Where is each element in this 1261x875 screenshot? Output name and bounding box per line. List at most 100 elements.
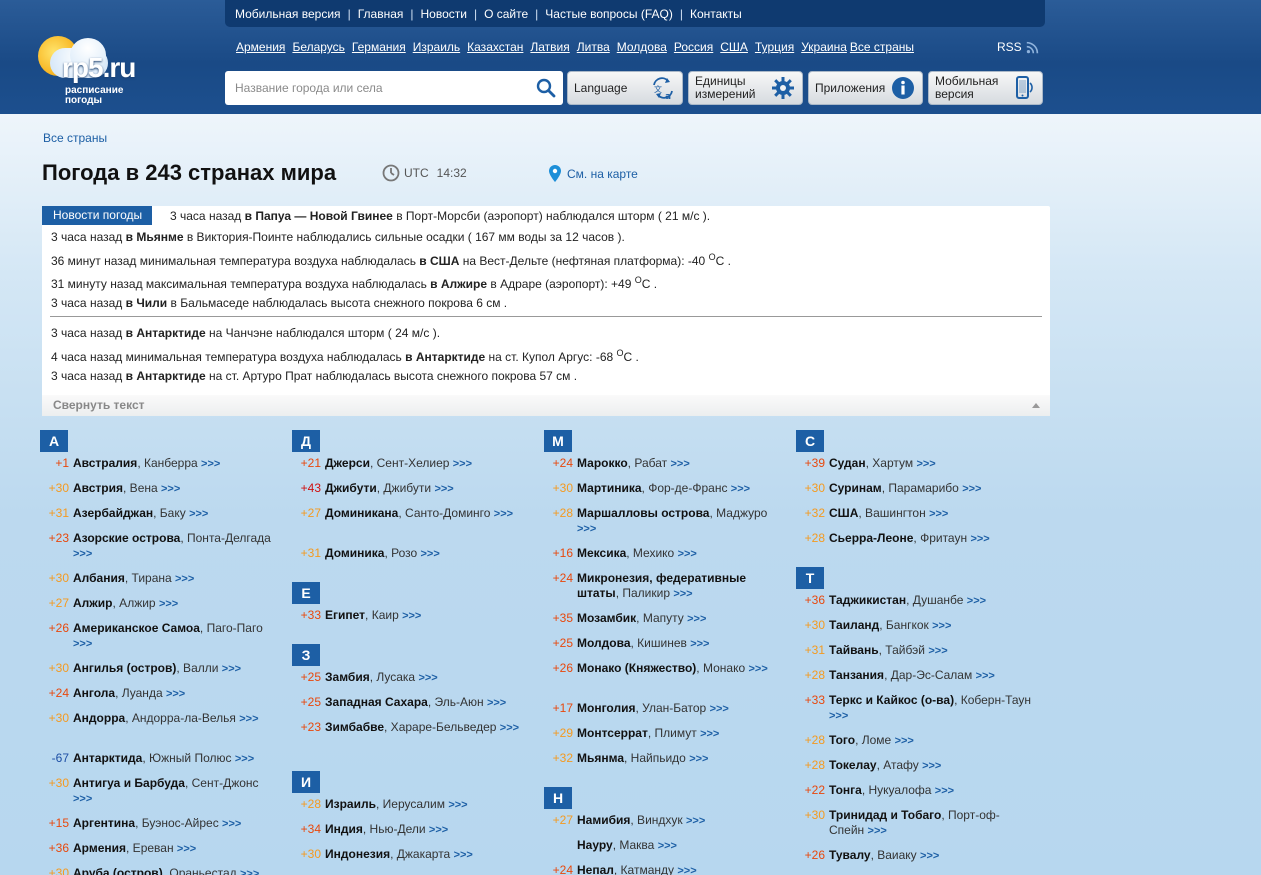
country-link[interactable]: Токелау, Атафу >>> [829, 758, 1034, 774]
country-link[interactable]: Украина [801, 40, 847, 54]
more-link[interactable]: >>> [976, 670, 995, 682]
country-link[interactable]: Израиль [413, 40, 460, 54]
country-link[interactable]: Доминика, Розо >>> [325, 546, 530, 562]
country-link[interactable]: Австрия, Вена >>> [73, 481, 278, 497]
country-link[interactable]: Австралия, Канберра >>> [73, 456, 278, 472]
country-link[interactable]: США [720, 40, 748, 54]
country-link[interactable]: Намибия, Виндхук >>> [577, 813, 782, 829]
more-link[interactable]: >>> [487, 697, 506, 709]
more-link[interactable]: >>> [239, 713, 258, 725]
more-link[interactable]: >>> [73, 793, 92, 805]
country-link[interactable]: Судан, Хартум >>> [829, 456, 1034, 472]
more-link[interactable]: >>> [73, 638, 92, 650]
country-link[interactable]: Теркс и Кайкос (о-ва), Коберн-Таун >>> [829, 693, 1034, 724]
more-link[interactable]: >>> [922, 760, 941, 772]
country-link[interactable]: Сьерра-Леоне, Фритаун >>> [829, 531, 1034, 547]
country-link[interactable]: Марокко, Рабат >>> [577, 456, 782, 472]
search-icon[interactable] [529, 71, 563, 105]
more-link[interactable]: >>> [434, 483, 453, 495]
country-link[interactable]: Армения, Ереван >>> [73, 841, 278, 857]
topnav-mobile[interactable]: Мобильная версия [235, 7, 341, 21]
country-link[interactable]: Беларусь [292, 40, 344, 54]
site-logo[interactable]: rp5.ru расписание погоды [36, 30, 176, 110]
more-link[interactable]: >>> [677, 865, 696, 875]
search-input[interactable] [225, 72, 529, 104]
more-link[interactable]: >>> [673, 588, 692, 600]
country-link[interactable]: Алжир, Алжир >>> [73, 596, 278, 612]
country-link[interactable]: Антигуа и Барбуда, Сент-Джонс >>> [73, 776, 278, 807]
country-link[interactable]: Таджикистан, Душанбе >>> [829, 593, 1034, 609]
topnav-about[interactable]: О сайте [484, 7, 528, 21]
more-link[interactable]: >>> [175, 573, 194, 585]
rss-link[interactable]: RSS [997, 40, 1039, 54]
more-link[interactable]: >>> [686, 815, 705, 827]
language-button[interactable]: Language 文 a [567, 71, 683, 105]
more-link[interactable]: >>> [658, 840, 677, 852]
more-link[interactable]: >>> [670, 458, 689, 470]
country-link[interactable]: Ангола, Луанда >>> [73, 686, 278, 702]
more-link[interactable]: >>> [73, 548, 92, 560]
more-link[interactable]: >>> [929, 508, 948, 520]
country-link[interactable]: Джерси, Сент-Хелиер >>> [325, 456, 530, 472]
more-link[interactable]: >>> [201, 458, 220, 470]
country-link[interactable]: Непал, Катманду >>> [577, 863, 782, 875]
collapse-text-button[interactable]: Свернуть текст [42, 395, 1050, 416]
more-link[interactable]: >>> [418, 672, 437, 684]
country-link[interactable]: Суринам, Парамарибо >>> [829, 481, 1034, 497]
more-link[interactable]: >>> [429, 824, 448, 836]
topnav-home[interactable]: Главная [358, 7, 404, 21]
topnav-contacts[interactable]: Контакты [690, 7, 742, 21]
more-link[interactable]: >>> [868, 825, 887, 837]
breadcrumb[interactable]: Все страны [43, 131, 107, 145]
more-link[interactable]: >>> [494, 508, 513, 520]
country-link[interactable]: Аргентина, Буэнос-Айрес >>> [73, 816, 278, 832]
mobile-version-button[interactable]: Мобильная версия [928, 71, 1043, 105]
more-link[interactable]: >>> [159, 598, 178, 610]
more-link[interactable]: >>> [748, 663, 767, 675]
country-link[interactable]: Доминикана, Санто-Доминго >>> [325, 506, 530, 522]
country-link[interactable]: Мексика, Мехико >>> [577, 546, 782, 562]
country-link[interactable]: Египет, Каир >>> [325, 608, 530, 624]
country-link[interactable]: Тонга, Нукуалофа >>> [829, 783, 1034, 799]
map-link[interactable]: См. на карте [549, 165, 638, 183]
country-link[interactable]: Того, Ломе >>> [829, 733, 1034, 749]
all-countries-link[interactable]: Все страны [850, 40, 914, 54]
country-link[interactable]: Монголия, Улан-Батор >>> [577, 701, 782, 717]
country-link[interactable]: Мартиника, Фор-де-Франс >>> [577, 481, 782, 497]
country-link[interactable]: США, Вашингтон >>> [829, 506, 1034, 522]
country-link[interactable]: Азорские острова, Понта-Делгада >>> [73, 531, 278, 562]
more-link[interactable]: >>> [935, 785, 954, 797]
country-link[interactable]: Тайвань, Тайбэй >>> [829, 643, 1034, 659]
topnav-news[interactable]: Новости [421, 7, 467, 21]
country-link[interactable]: Ангилья (остров), Валли >>> [73, 661, 278, 677]
more-link[interactable]: >>> [690, 638, 709, 650]
country-link[interactable]: Микронезия, федеративные штаты, Паликир … [577, 571, 782, 602]
more-link[interactable]: >>> [161, 483, 180, 495]
country-link[interactable]: Молдова, Кишинев >>> [577, 636, 782, 652]
country-link[interactable]: Албания, Тирана >>> [73, 571, 278, 587]
country-link[interactable]: Науру, Маква >>> [577, 838, 782, 854]
country-link[interactable]: Американское Самоа, Паго-Паго >>> [73, 621, 278, 652]
more-link[interactable]: >>> [166, 688, 185, 700]
country-link[interactable]: Казахстан [467, 40, 523, 54]
country-link[interactable]: Армения [236, 40, 285, 54]
more-link[interactable]: >>> [916, 458, 935, 470]
more-link[interactable]: >>> [829, 710, 848, 722]
country-link[interactable]: Тринидад и Тобаго, Порт-оф-Спейн >>> [829, 808, 1034, 839]
country-link[interactable]: Монтсеррат, Плимут >>> [577, 726, 782, 742]
country-link[interactable]: Азербайджан, Баку >>> [73, 506, 278, 522]
more-link[interactable]: >>> [500, 722, 519, 734]
more-link[interactable]: >>> [402, 610, 421, 622]
more-link[interactable]: >>> [967, 595, 986, 607]
more-link[interactable]: >>> [928, 645, 947, 657]
more-link[interactable]: >>> [710, 703, 729, 715]
country-link[interactable]: Россия [674, 40, 713, 54]
topnav-faq[interactable]: Частые вопросы (FAQ) [545, 7, 673, 21]
country-link[interactable]: Индия, Нью-Дели >>> [325, 822, 530, 838]
country-link[interactable]: Литва [577, 40, 610, 54]
country-link[interactable]: Турция [755, 40, 794, 54]
country-link[interactable]: Молдова [617, 40, 667, 54]
country-link[interactable]: Замбия, Лусака >>> [325, 670, 530, 686]
country-link[interactable]: Индонезия, Джакарта >>> [325, 847, 530, 863]
more-link[interactable]: >>> [222, 818, 241, 830]
